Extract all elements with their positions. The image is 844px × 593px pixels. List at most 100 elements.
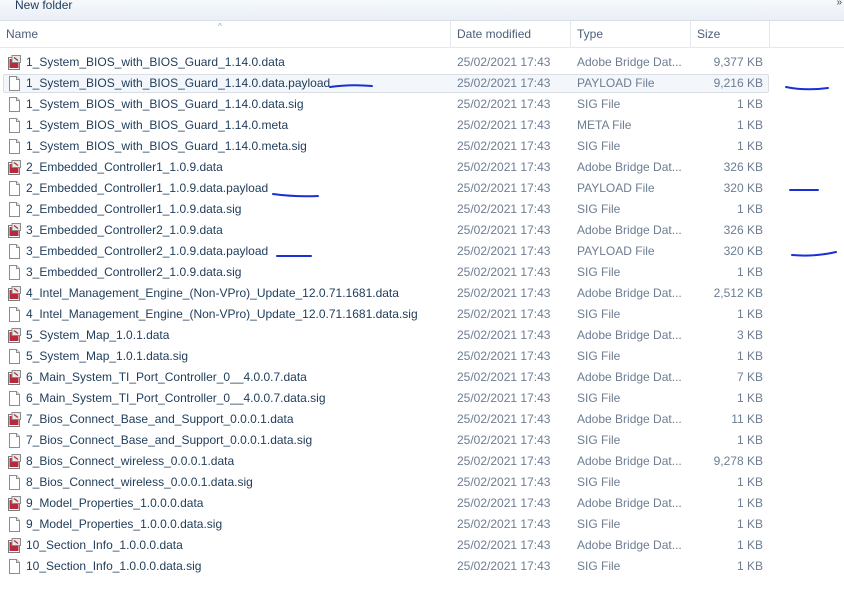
column-header-size[interactable]: Size <box>691 21 770 47</box>
file-row[interactable]: 6_Main_System_TI_Port_Controller_0__4.0.… <box>0 388 844 409</box>
file-type: SIG File <box>577 433 621 447</box>
file-row[interactable]: 8_Bios_Connect_wireless_0.0.0.1.data.sig… <box>0 472 844 493</box>
file-date-modified: 25/02/2021 17:43 <box>457 517 551 531</box>
file-date-modified: 25/02/2021 17:43 <box>457 307 551 321</box>
file-size: 9,377 KB <box>713 55 763 69</box>
generic-file-icon <box>8 349 21 364</box>
file-row[interactable]: 7_Bios_Connect_Base_and_Support_0.0.0.1.… <box>0 409 844 430</box>
file-name: 1_System_BIOS_with_BIOS_Guard_1.14.0.met… <box>26 118 289 132</box>
file-date-modified: 25/02/2021 17:43 <box>457 559 551 573</box>
file-row[interactable]: 3_Embedded_Controller2_1.0.9.data.payloa… <box>0 241 844 262</box>
adobe-bridge-file-icon <box>8 538 21 553</box>
file-type: SIG File <box>577 475 621 489</box>
file-name: 8_Bios_Connect_wireless_0.0.0.1.data <box>26 454 235 468</box>
file-name: 5_System_Map_1.0.1.data.sig <box>26 349 189 363</box>
adobe-bridge-file-icon <box>8 328 21 343</box>
file-date-modified: 25/02/2021 17:43 <box>457 265 551 279</box>
generic-file-icon <box>8 76 21 91</box>
adobe-bridge-file-icon <box>8 286 21 301</box>
file-row[interactable]: 8_Bios_Connect_wireless_0.0.0.1.data 25/0… <box>0 451 844 472</box>
file-size: 1 KB <box>736 97 763 111</box>
file-row[interactable]: 2_Embedded_Controller1_1.0.9.data.payloa… <box>0 178 844 199</box>
file-size: 1 KB <box>736 496 763 510</box>
file-size: 1 KB <box>736 538 763 552</box>
file-row[interactable]: 1_System_BIOS_with_BIOS_Guard_1.14.0.dat… <box>0 73 844 94</box>
file-size: 3 KB <box>736 328 763 342</box>
adobe-bridge-file-icon <box>8 223 21 238</box>
file-name: 9_Model_Properties_1.0.0.0.data <box>26 496 204 510</box>
generic-file-icon <box>8 307 21 322</box>
file-type: SIG File <box>577 97 621 111</box>
file-row[interactable]: 1_System_BIOS_with_BIOS_Guard_1.14.0.met… <box>0 115 844 136</box>
file-date-modified: 25/02/2021 17:43 <box>457 244 551 258</box>
file-type: META File <box>577 118 632 132</box>
file-row[interactable]: 2_Embedded_Controller1_1.0.9.data.sig 25/… <box>0 199 844 220</box>
file-row[interactable]: 7_Bios_Connect_Base_and_Support_0.0.0.1.… <box>0 430 844 451</box>
file-size: 1 KB <box>736 391 763 405</box>
file-date-modified: 25/02/2021 17:43 <box>457 202 551 216</box>
file-date-modified: 25/02/2021 17:43 <box>457 223 551 237</box>
generic-file-icon <box>8 433 21 448</box>
file-row[interactable]: 3_Embedded_Controller2_1.0.9.data.sig 25/… <box>0 262 844 283</box>
file-type: PAYLOAD File <box>577 244 655 258</box>
file-name: 3_Embedded_Controller2_1.0.9.data.sig <box>26 265 242 279</box>
file-row[interactable]: 10_Section_Info_1.0.0.0.data.sig 25/02/20… <box>0 556 844 577</box>
adobe-bridge-file-icon <box>8 412 21 427</box>
file-row[interactable]: 9_Model_Properties_1.0.0.0.data.sig 25/02… <box>0 514 844 535</box>
file-row[interactable]: 4_Intel_Management_Engine_(Non-VPro)_Upd… <box>0 304 844 325</box>
file-size: 1 KB <box>736 433 763 447</box>
file-date-modified: 25/02/2021 17:43 <box>457 181 551 195</box>
generic-file-icon <box>8 181 21 196</box>
file-row[interactable]: 5_System_Map_1.0.1.data 25/02/2021 17:43 A… <box>0 325 844 346</box>
file-name: 2_Embedded_Controller1_1.0.9.data <box>26 160 223 174</box>
file-type: Adobe Bridge Dat... <box>577 55 682 69</box>
adobe-bridge-file-icon <box>8 370 21 385</box>
file-size: 2,512 KB <box>713 286 763 300</box>
column-header-name[interactable]: Name ^ <box>0 21 451 47</box>
file-date-modified: 25/02/2021 17:43 <box>457 118 551 132</box>
file-row[interactable]: 6_Main_System_TI_Port_Controller_0__4.0.… <box>0 367 844 388</box>
file-type: SIG File <box>577 139 621 153</box>
file-type: Adobe Bridge Dat... <box>577 496 682 510</box>
file-row[interactable]: 2_Embedded_Controller1_1.0.9.data 25/02/2… <box>0 157 844 178</box>
file-name: 1_System_BIOS_with_BIOS_Guard_1.14.0.met… <box>26 139 307 153</box>
file-row[interactable]: 1_System_BIOS_with_BIOS_Guard_1.14.0.dat… <box>0 94 844 115</box>
generic-file-icon <box>8 559 21 574</box>
file-name: 6_Main_System_TI_Port_Controller_0__4.0.… <box>26 391 326 405</box>
file-row[interactable]: 3_Embedded_Controller2_1.0.9.data 25/02/2… <box>0 220 844 241</box>
file-name: 9_Model_Properties_1.0.0.0.data.sig <box>26 517 223 531</box>
generic-file-icon <box>8 517 21 532</box>
file-name: 1_System_BIOS_with_BIOS_Guard_1.14.0.dat… <box>26 76 331 90</box>
adobe-bridge-file-icon <box>8 454 21 469</box>
file-row[interactable]: 9_Model_Properties_1.0.0.0.data 25/02/202… <box>0 493 844 514</box>
file-date-modified: 25/02/2021 17:43 <box>457 97 551 111</box>
toolbar-overflow-button[interactable]: » <box>836 0 842 8</box>
file-type: Adobe Bridge Dat... <box>577 412 682 426</box>
column-header-row: Name ^ Date modified Type Size <box>0 21 844 48</box>
file-name: 10_Section_Info_1.0.0.0.data <box>26 538 183 552</box>
file-size: 7 KB <box>736 370 763 384</box>
file-size: 1 KB <box>736 475 763 489</box>
file-name: 3_Embedded_Controller2_1.0.9.data <box>26 223 223 237</box>
column-header-type[interactable]: Type <box>571 21 691 47</box>
new-folder-button[interactable]: New folder <box>15 0 72 12</box>
file-type: Adobe Bridge Dat... <box>577 370 682 384</box>
file-row[interactable]: 10_Section_Info_1.0.0.0.data 25/02/2021 1… <box>0 535 844 556</box>
generic-file-icon <box>8 97 21 112</box>
file-row[interactable]: 4_Intel_Management_Engine_(Non-VPro)_Upd… <box>0 283 844 304</box>
file-type: PAYLOAD File <box>577 76 655 90</box>
sort-ascending-icon: ^ <box>218 22 222 31</box>
file-type: SIG File <box>577 265 621 279</box>
file-date-modified: 25/02/2021 17:43 <box>457 139 551 153</box>
file-size: 11 KB <box>731 412 763 426</box>
file-name: 4_Intel_Management_Engine_(Non-VPro)_Upd… <box>26 307 418 321</box>
generic-file-icon <box>8 265 21 280</box>
file-size: 1 KB <box>736 349 763 363</box>
file-row[interactable]: 1_System_BIOS_with_BIOS_Guard_1.14.0.met… <box>0 136 844 157</box>
file-row[interactable]: 1_System_BIOS_with_BIOS_Guard_1.14.0.dat… <box>0 52 844 73</box>
column-header-date-modified[interactable]: Date modified <box>451 21 571 47</box>
file-row[interactable]: 5_System_Map_1.0.1.data.sig 25/02/2021 17… <box>0 346 844 367</box>
file-size: 1 KB <box>736 265 763 279</box>
column-header-name-label: Name <box>6 27 39 41</box>
file-name: 1_System_BIOS_with_BIOS_Guard_1.14.0.dat… <box>26 97 304 111</box>
